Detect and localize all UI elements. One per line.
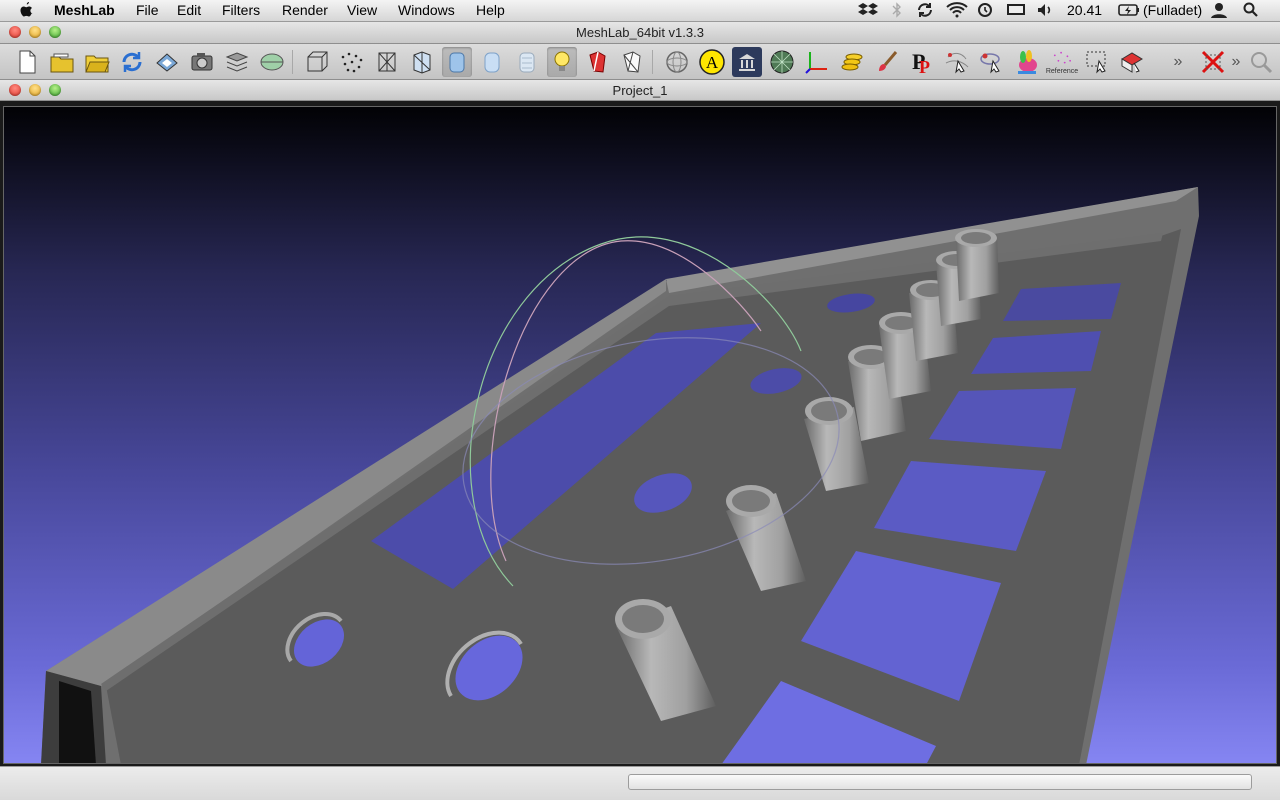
coins-icon[interactable] [837, 47, 867, 77]
document-titlebar: Project_1 [0, 80, 1280, 101]
progress-bar [628, 774, 1252, 790]
toolbar-separator [652, 50, 653, 74]
menu-filters[interactable]: Filters [222, 2, 260, 18]
no-edit-icon[interactable] [1198, 47, 1228, 77]
wifi-icon[interactable] [946, 2, 968, 21]
align-icon[interactable] [977, 47, 1007, 77]
bluetooth-icon[interactable] [892, 2, 902, 21]
select-region-icon[interactable] [1082, 47, 1112, 77]
3d-viewport[interactable] [3, 106, 1277, 764]
trackball-icon[interactable] [662, 47, 692, 77]
smooth-shading-icon[interactable] [477, 47, 507, 77]
toolbar-overflow-chevron[interactable]: » [1168, 47, 1188, 77]
open-project-icon[interactable] [47, 47, 77, 77]
time-machine-icon[interactable] [976, 2, 994, 21]
color-bunny-icon[interactable] [1012, 47, 1042, 77]
toolbar-separator [292, 50, 293, 74]
menu-view[interactable]: View [347, 2, 377, 18]
document-close-button[interactable] [9, 84, 21, 96]
select-faces-icon[interactable] [617, 47, 647, 77]
layers-icon[interactable] [222, 47, 252, 77]
light-bulb-icon[interactable] [547, 47, 577, 77]
svg-text:P: P [919, 57, 930, 75]
system-menubar: MeshLab File Edit Filters Render View Wi… [0, 0, 1280, 22]
app-menu[interactable]: MeshLab [54, 2, 115, 18]
pick-points-icon[interactable] [942, 47, 972, 77]
window-zoom-button[interactable] [49, 26, 61, 38]
menu-render[interactable]: Render [282, 2, 328, 18]
museum-icon[interactable] [732, 47, 762, 77]
flat-shading-icon[interactable] [442, 47, 472, 77]
window-close-button[interactable] [9, 26, 21, 38]
wireframe-icon[interactable] [372, 47, 402, 77]
apple-menu-icon[interactable] [18, 1, 34, 24]
volume-icon[interactable] [1036, 2, 1054, 21]
document-title: Project_1 [612, 83, 668, 98]
texture-icon[interactable] [512, 47, 542, 77]
battery-status[interactable]: (Fulladet) [1143, 2, 1202, 18]
reference-label: Reference [1045, 67, 1079, 75]
reload-icon[interactable] [117, 47, 147, 77]
points-icon[interactable] [337, 47, 367, 77]
status-bar [0, 766, 1280, 800]
dropbox-icon[interactable] [858, 2, 878, 21]
user-icon[interactable] [1210, 2, 1228, 21]
globe-icon[interactable] [257, 47, 287, 77]
window-titlebar: MeshLab_64bit v1.3.3 [0, 22, 1280, 44]
spotlight-search-icon[interactable] [1243, 2, 1259, 21]
pp-picker-icon[interactable]: PP [907, 47, 937, 77]
new-file-icon[interactable] [12, 47, 42, 77]
save-icon[interactable] [152, 47, 182, 77]
menu-help[interactable]: Help [476, 2, 505, 18]
main-toolbar: A PP Reference » » [0, 44, 1280, 80]
paint-brush-icon[interactable] [872, 47, 902, 77]
menu-edit[interactable]: Edit [177, 2, 201, 18]
mesh-render [41, 187, 1199, 763]
mesh-sphere-icon[interactable] [767, 47, 797, 77]
menu-windows[interactable]: Windows [398, 2, 455, 18]
display-icon[interactable] [1006, 2, 1026, 21]
reference-icon[interactable]: Reference [1045, 47, 1079, 77]
bounding-box-icon[interactable] [302, 47, 332, 77]
annotation-icon[interactable]: A [697, 47, 727, 77]
axes-icon[interactable] [802, 47, 832, 77]
search-icon[interactable] [1246, 47, 1276, 77]
sync-icon[interactable] [916, 2, 934, 21]
snapshot-camera-icon[interactable] [187, 47, 217, 77]
annotation-label: A [706, 53, 719, 72]
clock[interactable]: 20.41 [1067, 2, 1102, 18]
window-title: MeshLab_64bit v1.3.3 [576, 25, 704, 40]
backface-icon[interactable] [582, 47, 612, 77]
document-minimize-button[interactable] [29, 84, 41, 96]
hidden-lines-icon[interactable] [407, 47, 437, 77]
battery-icon[interactable] [1118, 2, 1140, 21]
toolbar-overflow-chevron-2[interactable]: » [1228, 47, 1244, 77]
window-minimize-button[interactable] [29, 26, 41, 38]
open-folder-icon[interactable] [82, 47, 112, 77]
menu-file[interactable]: File [136, 2, 159, 18]
z-painting-icon[interactable] [1117, 47, 1147, 77]
document-zoom-button[interactable] [49, 84, 61, 96]
